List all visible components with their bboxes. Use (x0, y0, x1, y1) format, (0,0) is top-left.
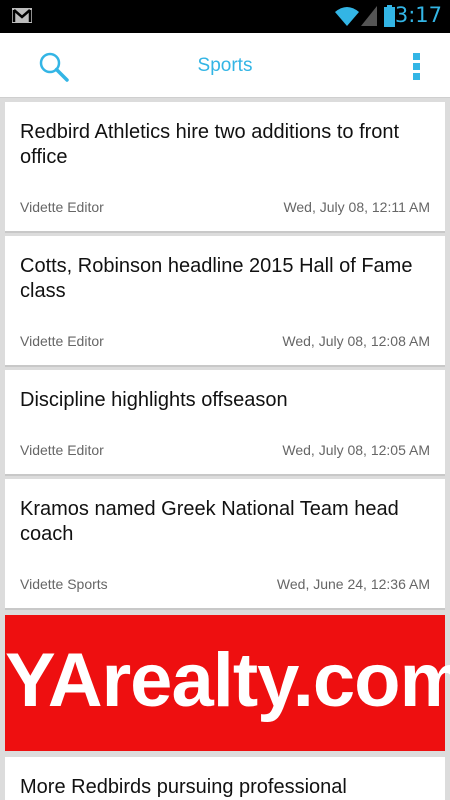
battery-icon (384, 5, 395, 27)
article-card[interactable]: Cotts, Robinson headline 2015 Hall of Fa… (5, 236, 445, 367)
article-author: Vidette Editor (20, 199, 104, 215)
article-headline: More Redbirds pursuing professional (20, 776, 347, 798)
clock-time: 3:17 (394, 3, 442, 27)
article-author: Vidette Sports (20, 576, 108, 592)
article-date: Wed, July 08, 12:11 AM (283, 199, 430, 215)
article-card[interactable]: Redbird Athletics hire two additions to … (5, 102, 445, 233)
article-date: Wed, June 24, 12:36 AM (276, 576, 430, 592)
article-headline: Redbird Athletics hire two additions to … (20, 121, 400, 168)
article-card[interactable]: More Redbirds pursuing professional (5, 757, 445, 800)
advertisement-banner[interactable]: YArealty.com (5, 615, 450, 751)
page-title: Sports (197, 55, 253, 76)
gmail-icon (12, 8, 32, 23)
signal-icon (361, 6, 377, 26)
overflow-menu-icon[interactable] (409, 53, 425, 81)
status-bar: 3:17 (0, 0, 450, 33)
article-author: Vidette Editor (20, 333, 104, 349)
article-date: Wed, July 08, 12:05 AM (282, 442, 430, 458)
article-card[interactable]: Discipline highlights offseason Vidette … (5, 370, 445, 476)
article-card[interactable]: Kramos named Greek National Team head co… (5, 479, 445, 610)
wifi-icon (335, 7, 359, 26)
ad-text: YArealty.com (5, 638, 450, 723)
article-headline: Cotts, Robinson headline 2015 Hall of Fa… (20, 255, 413, 302)
article-author: Vidette Editor (20, 442, 104, 458)
action-bar: Sports (0, 33, 450, 98)
article-date: Wed, July 08, 12:08 AM (282, 333, 430, 349)
article-headline: Discipline highlights offseason (20, 389, 288, 411)
article-headline: Kramos named Greek National Team head co… (20, 498, 399, 545)
